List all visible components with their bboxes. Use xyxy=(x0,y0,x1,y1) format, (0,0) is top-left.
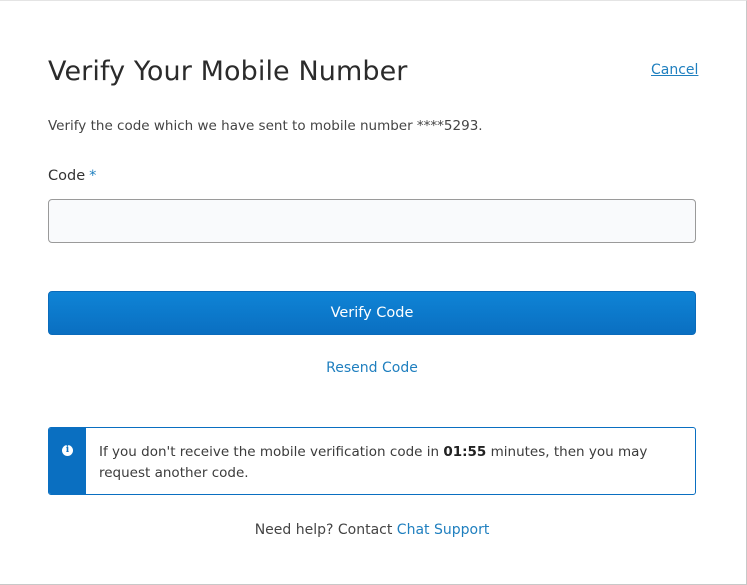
chat-support-link[interactable]: Chat Support xyxy=(397,522,490,538)
resend-code-link: Resend Code xyxy=(0,360,744,376)
code-input[interactable] xyxy=(48,199,696,243)
countdown-timer: 01:55 xyxy=(443,444,487,460)
required-marker: * xyxy=(89,168,97,184)
verify-mobile-dialog: Verify Your Mobile Number Cancel Verify … xyxy=(0,0,747,585)
verify-code-button[interactable]: Verify Code xyxy=(48,291,696,335)
dialog-title: Verify Your Mobile Number xyxy=(48,56,408,87)
dialog-description: Verify the code which we have sent to mo… xyxy=(48,118,483,134)
info-icon: i xyxy=(62,445,73,456)
info-notice: i If you don't receive the mobile verifi… xyxy=(48,427,696,495)
info-text: If you don't receive the mobile verifica… xyxy=(99,442,679,484)
cancel-link[interactable]: Cancel xyxy=(651,62,698,78)
info-stripe: i xyxy=(49,428,86,494)
info-text-before: If you don't receive the mobile verifica… xyxy=(99,444,444,460)
code-field-label: Code * xyxy=(48,168,96,184)
resend-code-label[interactable]: Resend Code xyxy=(326,360,418,376)
code-label-text: Code xyxy=(48,168,86,184)
help-prefix: Need help? Contact xyxy=(254,522,397,538)
help-row: Need help? Contact Chat Support xyxy=(0,522,744,538)
